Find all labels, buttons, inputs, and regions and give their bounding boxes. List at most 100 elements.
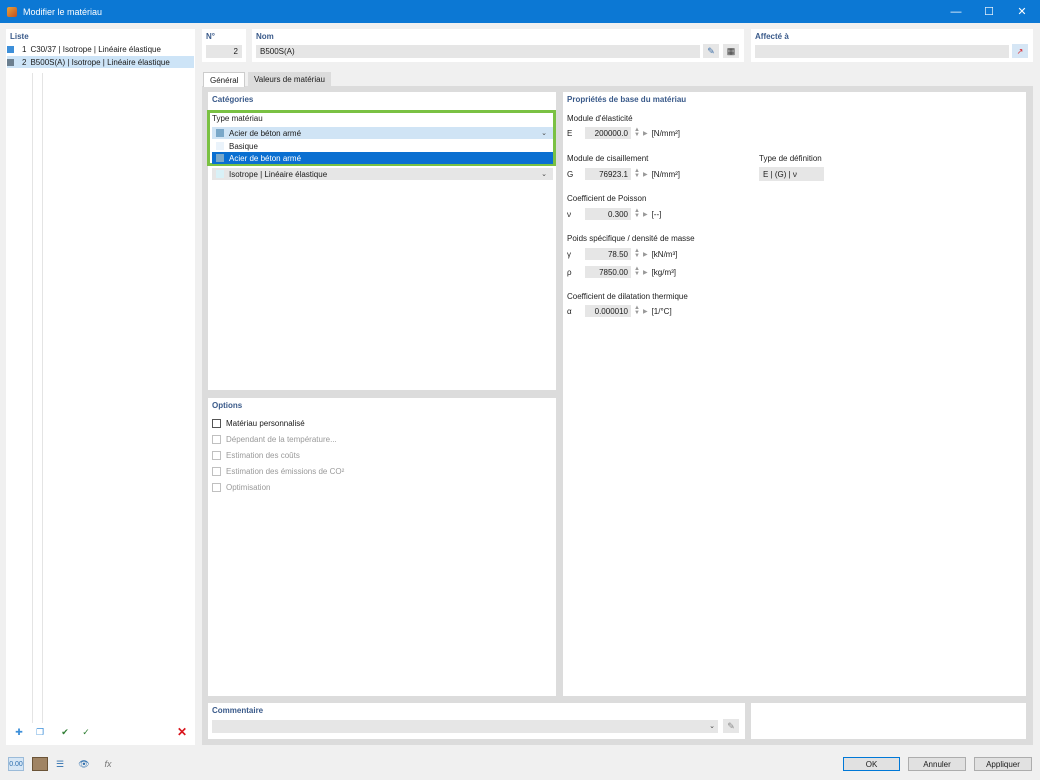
title-bar: Modifier le matériau — ☐ ✕ <box>0 0 1040 23</box>
thermal-label: Coefficient de dilatation thermique <box>567 292 688 301</box>
comment-header: Commentaire <box>212 706 264 715</box>
assigned-panel: Affecté à ↗ <box>751 29 1033 62</box>
properties-header: Propriétés de base du matériau <box>567 95 687 104</box>
name-header: Nom <box>256 32 274 41</box>
comment-edit-icon[interactable]: ✎ <box>723 719 739 733</box>
material-model-dropdown[interactable]: Isotrope | Linéaire élastique ⌄ <box>212 168 553 180</box>
elasticity-label: Module d'élasticité <box>567 114 633 123</box>
name-field[interactable]: B500S(A) <box>256 45 700 58</box>
name-panel: Nom B500S(A) ✎ ▦ <box>252 29 744 62</box>
tab-material-values[interactable]: Valeurs de matériau <box>248 72 331 86</box>
ok-button[interactable]: OK <box>843 757 900 771</box>
comment-field[interactable] <box>212 720 718 733</box>
list-header: Liste <box>10 32 29 41</box>
gamma-row: γ 78.50 ▲ ▼ ▶ [kN/m³] <box>567 248 678 260</box>
edit-name-icon[interactable]: ✎ <box>703 44 719 58</box>
shear-input[interactable]: 76923.1 <box>585 168 631 180</box>
select-objects-icon[interactable]: ↗ <box>1012 44 1028 58</box>
options-header: Options <box>212 401 243 410</box>
copy-material-icon[interactable]: ❐ <box>32 725 48 739</box>
assigned-header: Affecté à <box>755 32 789 41</box>
list-panel: Liste <box>6 29 195 745</box>
close-icon[interactable]: ✕ <box>1006 0 1038 23</box>
dropdown-option[interactable]: Basique <box>212 140 553 152</box>
poisson-input[interactable]: 0.300 <box>585 208 631 220</box>
spinner-icon[interactable]: ▲ ▼ <box>634 127 640 138</box>
spinner-icon[interactable]: ▲ ▼ <box>634 248 640 259</box>
list-item-selected[interactable]: 2 B500S(A) | Isotrope | Linéaire élastiq… <box>7 56 194 68</box>
text-display-icon[interactable]: ☰ <box>52 757 68 771</box>
rho-input[interactable]: 7850.00 <box>585 266 631 278</box>
app-icon <box>7 6 17 17</box>
units-icon[interactable]: 0.00 <box>8 757 24 771</box>
categories-header: Catégories <box>212 95 254 104</box>
thermal-input[interactable]: 0.000010 <box>585 305 631 317</box>
dropdown-option-selected[interactable]: Acier de béton armé <box>212 152 553 164</box>
option-co2-estimation: Estimation des émissions de CO² <box>212 467 344 476</box>
checkbox <box>212 435 221 444</box>
number-header: N° <box>206 32 215 41</box>
function-icon[interactable]: fx <box>100 757 116 771</box>
library-icon[interactable]: ▦ <box>723 44 739 58</box>
gamma-input[interactable]: 78.50 <box>585 248 631 260</box>
shear-row: G 76923.1 ▲ ▼ ▶ [N/mm²] <box>567 168 681 180</box>
apply-button[interactable]: Appliquer <box>974 757 1032 771</box>
properties-panel: Propriétés de base du matériau Module d'… <box>563 92 1026 696</box>
definition-label: Type de définition <box>759 154 822 163</box>
option-custom-material[interactable]: Matériau personnalisé <box>212 419 305 428</box>
arrow-right-icon[interactable]: ▶ <box>643 171 648 178</box>
material-color-icon[interactable] <box>32 757 48 771</box>
elasticity-input[interactable]: 200000.0 <box>585 127 631 139</box>
color-swatch-icon <box>216 129 224 137</box>
number-panel: N° 2 <box>202 29 246 62</box>
check-all-icon[interactable]: ✔ <box>57 725 73 739</box>
elasticity-row: E 200000.0 ▲ ▼ ▶ [N/mm²] <box>567 127 681 139</box>
window-title: Modifier le matériau <box>23 6 103 17</box>
weight-label: Poids spécifique / densité de masse <box>567 234 695 243</box>
option-temperature: Dépendant de la température... <box>212 435 337 444</box>
cancel-button[interactable]: Annuler <box>908 757 966 771</box>
arrow-right-icon[interactable]: ▶ <box>643 251 648 258</box>
color-swatch-icon <box>7 45 14 53</box>
poisson-row: ν 0.300 ▲ ▼ ▶ [--] <box>567 208 662 220</box>
poisson-label: Coefficient de Poisson <box>567 194 647 203</box>
delete-icon[interactable]: ✕ <box>174 725 190 739</box>
shear-label: Module de cisaillement <box>567 154 649 163</box>
color-swatch-icon <box>216 154 224 162</box>
arrow-right-icon[interactable]: ▶ <box>643 130 648 137</box>
view-icon[interactable]: 👁 <box>76 757 92 771</box>
chevron-down-icon: ⌄ <box>541 130 547 137</box>
arrow-right-icon[interactable]: ▶ <box>643 269 648 276</box>
spinner-icon[interactable]: ▲ ▼ <box>634 305 640 316</box>
comment-panel: Commentaire ⌄ ✎ <box>208 703 745 739</box>
checkbox <box>212 451 221 460</box>
rho-row: ρ 7850.00 ▲ ▼ ▶ [kg/m³] <box>567 266 677 278</box>
minimize-icon[interactable]: — <box>940 0 972 23</box>
checkbox <box>212 467 221 476</box>
arrow-right-icon[interactable]: ▶ <box>643 211 648 218</box>
option-cost-estimation: Estimation des coûts <box>212 451 300 460</box>
color-swatch-icon <box>216 142 224 150</box>
new-material-icon[interactable]: ✚ <box>11 725 27 739</box>
material-type-dropdown[interactable]: Acier de béton armé ⌄ <box>212 127 553 139</box>
comment-preview-panel <box>751 703 1026 739</box>
number-field[interactable]: 2 <box>206 45 242 58</box>
checkbox <box>212 483 221 492</box>
thermal-row: α 0.000010 ▲ ▼ ▶ [1/°C] <box>567 305 672 317</box>
assigned-field[interactable] <box>755 45 1009 58</box>
spinner-icon[interactable]: ▲ ▼ <box>634 208 640 219</box>
spinner-icon[interactable]: ▲ ▼ <box>634 168 640 179</box>
list-item[interactable]: 1 C30/37 | Isotrope | Linéaire élastique <box>7 43 161 55</box>
color-swatch-icon <box>7 58 14 66</box>
check-selected-icon[interactable]: ✓ <box>78 725 94 739</box>
option-optimisation: Optimisation <box>212 483 270 492</box>
arrow-right-icon[interactable]: ▶ <box>643 308 648 315</box>
spinner-icon[interactable]: ▲ ▼ <box>634 266 640 277</box>
chevron-down-icon: ⌄ <box>541 171 547 178</box>
definition-field[interactable]: E | (G) | ν <box>759 167 824 181</box>
tab-general[interactable]: Général <box>203 72 246 87</box>
checkbox[interactable] <box>212 419 221 428</box>
maximize-icon[interactable]: ☐ <box>973 0 1005 23</box>
chevron-down-icon[interactable]: ⌄ <box>709 722 715 730</box>
color-swatch-icon <box>216 170 224 178</box>
